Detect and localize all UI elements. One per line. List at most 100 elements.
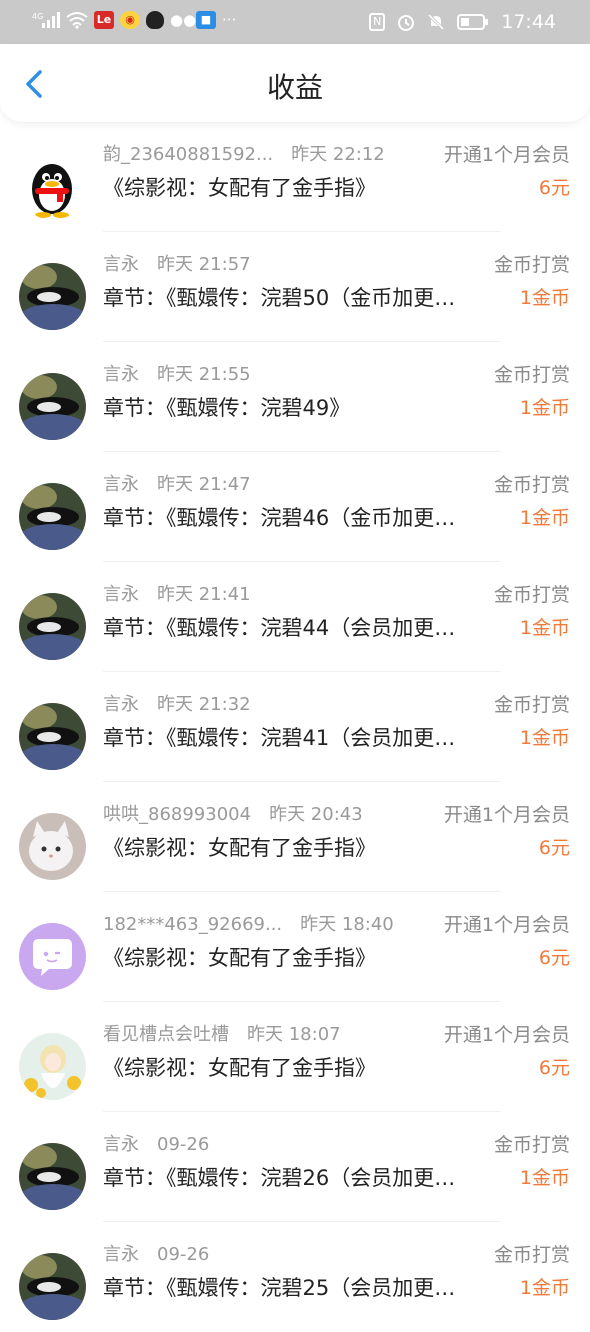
record-meta: 哄哄_868993004 昨天 20:43 bbox=[103, 800, 363, 826]
status-bar: 4G Le ◉ ●● ■ ··· N 17:44 bbox=[0, 0, 590, 44]
list-item[interactable]: 哄哄_868993004 昨天 20:43 开通1个月会员 《综影视：女配有了金手… bbox=[0, 782, 590, 892]
more-dots-icon: ··· bbox=[222, 11, 237, 29]
username: 言永 bbox=[103, 474, 139, 495]
list-item[interactable]: 182***463_92669... 昨天 18:40 开通1个月会员 《综影视：… bbox=[0, 892, 590, 1002]
app-icon: ■ bbox=[196, 11, 216, 29]
status-right-icons: N 17:44 bbox=[369, 11, 556, 33]
avatar bbox=[19, 153, 86, 220]
battery-icon bbox=[457, 14, 489, 30]
cat-photo-icon bbox=[19, 703, 86, 770]
cat-photo-icon bbox=[19, 483, 86, 550]
username: 言永 bbox=[103, 364, 139, 385]
nav-bar: 收益 bbox=[0, 44, 590, 122]
status-time: 17:44 bbox=[501, 11, 556, 33]
record-type: 开通1个月会员 bbox=[443, 914, 570, 936]
avatar bbox=[19, 483, 86, 550]
record-amount: 6元 bbox=[538, 177, 570, 199]
list-item[interactable]: 言永 昨天 21:32 金币打赏 章节：《甄嬛传：浣碧41（会员加更… 1金币 bbox=[0, 672, 590, 782]
chat-bubble-icon bbox=[19, 923, 86, 990]
record-type: 金币打赏 bbox=[493, 584, 570, 606]
record-meta: 言永 09-26 bbox=[103, 1130, 209, 1156]
list-item[interactable]: 言永 昨天 21:55 金币打赏 章节：《甄嬛传：浣碧49》 1金币 bbox=[0, 342, 590, 452]
record-content: 章节：《甄嬛传：浣碧46（金币加更… bbox=[103, 506, 456, 530]
list-item[interactable]: 言永 09-26 金币打赏 章节：《甄嬛传：浣碧25（会员加更… 1金币 bbox=[0, 1222, 590, 1332]
status-left-icons: 4G Le ◉ ●● ■ ··· bbox=[32, 11, 236, 29]
timestamp: 昨天 21:41 bbox=[157, 584, 251, 605]
qq-icon bbox=[146, 11, 164, 29]
avatar bbox=[19, 263, 86, 330]
avatar bbox=[19, 923, 86, 990]
cat-photo-icon bbox=[19, 1253, 86, 1320]
username: 言永 bbox=[103, 1134, 139, 1155]
list-item[interactable]: 言永 昨天 21:41 金币打赏 章节：《甄嬛传：浣碧44（会员加更… 1金币 bbox=[0, 562, 590, 672]
record-meta: 言永 昨天 21:32 bbox=[103, 690, 251, 716]
record-amount: 1金币 bbox=[519, 507, 570, 529]
record-amount: 1金币 bbox=[519, 727, 570, 749]
cat-photo-icon bbox=[19, 593, 86, 660]
record-content: 《综影视：女配有了金手指》 bbox=[103, 946, 376, 970]
record-meta: 看见槽点会吐槽 昨天 18:07 bbox=[103, 1020, 341, 1046]
list-item[interactable]: 看见槽点会吐槽 昨天 18:07 开通1个月会员 《综影视：女配有了金手指》 6元 bbox=[0, 1002, 590, 1112]
list-item[interactable]: 言永 09-26 金币打赏 章节：《甄嬛传：浣碧26（会员加更… 1金币 bbox=[0, 1112, 590, 1222]
username: 哄哄_868993004 bbox=[103, 804, 252, 825]
earnings-list: 韵_23640881592... 昨天 22:12 开通1个月会员 《综影视：女配… bbox=[0, 122, 590, 1332]
timestamp: 昨天 21:57 bbox=[157, 254, 251, 275]
record-meta: 言永 昨天 21:41 bbox=[103, 580, 251, 606]
record-amount: 1金币 bbox=[519, 1167, 570, 1189]
timestamp: 昨天 21:55 bbox=[157, 364, 251, 385]
record-amount: 1金币 bbox=[519, 1277, 570, 1299]
timestamp: 昨天 21:47 bbox=[157, 474, 251, 495]
page-title: 收益 bbox=[266, 71, 323, 104]
record-type: 金币打赏 bbox=[493, 254, 570, 276]
record-amount: 6元 bbox=[538, 837, 570, 859]
record-amount: 1金币 bbox=[519, 397, 570, 419]
record-amount: 6元 bbox=[538, 1057, 570, 1079]
record-content: 章节：《甄嬛传：浣碧26（会员加更… bbox=[103, 1166, 456, 1190]
cat-photo-icon bbox=[19, 1143, 86, 1210]
record-content: 章节：《甄嬛传：浣碧41（会员加更… bbox=[103, 726, 456, 750]
record-content: 章节：《甄嬛传：浣碧49》 bbox=[103, 396, 351, 420]
timestamp: 昨天 18:40 bbox=[300, 914, 394, 935]
mute-icon bbox=[428, 13, 445, 31]
record-amount: 1金币 bbox=[519, 287, 570, 309]
wechat-icon: ●● bbox=[170, 11, 197, 29]
nfc-icon: N bbox=[369, 13, 386, 31]
record-content: 章节：《甄嬛传：浣碧25（会员加更… bbox=[103, 1276, 456, 1300]
avatar bbox=[19, 1253, 86, 1320]
timestamp: 09-26 bbox=[157, 1134, 210, 1155]
record-content: 章节：《甄嬛传：浣碧50（金币加更… bbox=[103, 286, 456, 310]
record-meta: 言永 昨天 21:57 bbox=[103, 250, 251, 276]
record-content: 章节：《甄嬛传：浣碧44（会员加更… bbox=[103, 616, 456, 640]
weibo-icon: ◉ bbox=[120, 11, 140, 29]
record-type: 开通1个月会员 bbox=[443, 804, 570, 826]
record-type: 开通1个月会员 bbox=[443, 1024, 570, 1046]
record-amount: 1金币 bbox=[519, 617, 570, 639]
timestamp: 09-26 bbox=[157, 1244, 210, 1265]
record-content: 《综影视：女配有了金手指》 bbox=[103, 176, 376, 200]
record-content: 《综影视：女配有了金手指》 bbox=[103, 836, 376, 860]
username: 182***463_92669... bbox=[103, 914, 283, 935]
list-item[interactable]: 言永 昨天 21:57 金币打赏 章节：《甄嬛传：浣碧50（金币加更… 1金币 bbox=[0, 232, 590, 342]
timestamp: 昨天 21:32 bbox=[157, 694, 251, 715]
record-amount: 6元 bbox=[538, 947, 570, 969]
cat-photo-icon bbox=[19, 373, 86, 440]
wifi-icon bbox=[66, 12, 88, 29]
timestamp: 昨天 22:12 bbox=[291, 144, 385, 165]
signal-4g-icon: 4G bbox=[32, 12, 60, 28]
list-item[interactable]: 韵_23640881592... 昨天 22:12 开通1个月会员 《综影视：女配… bbox=[0, 122, 590, 232]
avatar bbox=[19, 1143, 86, 1210]
svg-text:4G: 4G bbox=[32, 12, 43, 21]
list-item[interactable]: 言永 昨天 21:47 金币打赏 章节：《甄嬛传：浣碧46（金币加更… 1金币 bbox=[0, 452, 590, 562]
timestamp: 昨天 20:43 bbox=[269, 804, 363, 825]
record-meta: 言永 09-26 bbox=[103, 1240, 209, 1266]
le-app-icon: Le bbox=[94, 11, 114, 29]
alarm-icon bbox=[398, 15, 415, 31]
record-content: 《综影视：女配有了金手指》 bbox=[103, 1056, 376, 1080]
avatar bbox=[19, 593, 86, 660]
record-type: 开通1个月会员 bbox=[443, 144, 570, 166]
cat-photo-icon bbox=[19, 263, 86, 330]
record-type: 金币打赏 bbox=[493, 474, 570, 496]
white-cat-icon bbox=[19, 813, 86, 880]
username: 言永 bbox=[103, 254, 139, 275]
record-meta: 言永 昨天 21:47 bbox=[103, 470, 251, 496]
